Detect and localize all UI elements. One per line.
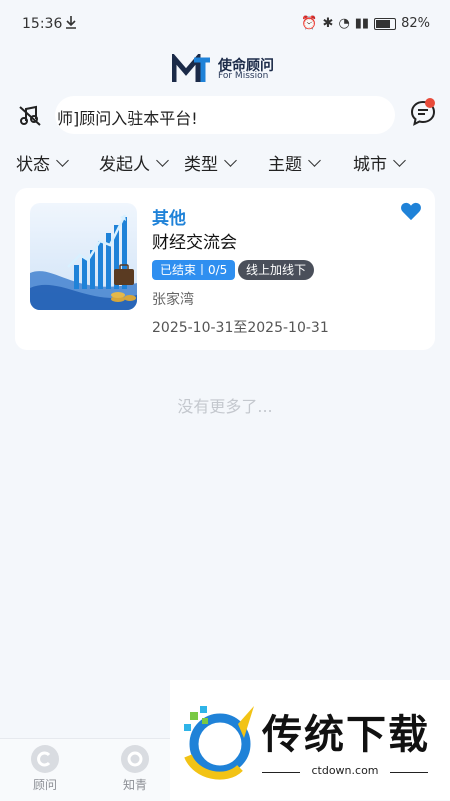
- chevron-down-icon: [308, 154, 321, 167]
- filter-label: 类型: [184, 155, 218, 175]
- unread-badge: [425, 98, 435, 108]
- knowledge-icon: [121, 745, 149, 773]
- filter-type[interactable]: 类型: [184, 150, 237, 175]
- tab-label: 顾问: [32, 778, 57, 792]
- status-bar: 15:36 ⏰ ✱ ◔ ▮▮ 82%: [0, 0, 450, 48]
- filter-bar: 状态 发起人 类型 主题 城市: [0, 146, 450, 178]
- event-title: 财经交流会: [152, 233, 237, 253]
- list-end-text: 没有更多了...: [177, 397, 273, 416]
- filter-label: 城市: [353, 155, 387, 175]
- download-icon: [66, 16, 76, 29]
- notice-marquee[interactable]: 师]顾问入驻本平台!: [55, 96, 395, 134]
- event-mode-badge: 线上加线下: [238, 260, 315, 280]
- filter-status[interactable]: 状态: [16, 150, 69, 175]
- signal-icon: ▮▮: [354, 16, 370, 31]
- event-category: 其他: [152, 209, 186, 229]
- watermark-url: ctdown.com: [311, 764, 379, 777]
- wifi-icon: ◔: [338, 16, 350, 31]
- watermark: 传统下载 ctdown.com: [170, 680, 450, 800]
- battery-level: 82%: [401, 16, 430, 31]
- watermark-logo-icon: [184, 706, 254, 780]
- alarm-icon: ⏰: [301, 16, 318, 31]
- event-location: 张家湾: [152, 292, 194, 308]
- filter-label: 发起人: [99, 155, 150, 175]
- music-off-icon[interactable]: [18, 104, 42, 128]
- event-date-range: 2025-10-31至2025-10-31: [152, 320, 329, 336]
- filter-topic[interactable]: 主题: [268, 150, 321, 175]
- event-thumbnail: [30, 203, 137, 310]
- status-icons: ⏰ ✱ ◔ ▮▮ 82%: [301, 16, 430, 31]
- tab-knowledge[interactable]: 知青: [105, 745, 165, 793]
- chevron-down-icon: [156, 154, 169, 167]
- status-time: 15:36: [22, 16, 63, 32]
- event-status-badge: 已结束丨0/5: [152, 260, 236, 280]
- tab-consultant[interactable]: 顾问: [15, 745, 75, 793]
- filter-label: 状态: [16, 155, 50, 175]
- consultant-icon: [31, 745, 59, 773]
- watermark-title: 传统下载: [262, 712, 430, 758]
- bluetooth-icon: ✱: [322, 16, 334, 31]
- heart-icon[interactable]: [400, 201, 422, 221]
- app-logo: 使命顾问 For Mission: [172, 52, 282, 84]
- event-card[interactable]: 其他 财经交流会 已结束丨0/5 线上加线下 张家湾 2025-10-31至20…: [15, 188, 435, 350]
- tab-label: 知青: [122, 778, 147, 792]
- logo-mark-icon: [172, 54, 210, 82]
- filter-initiator[interactable]: 发起人: [99, 150, 169, 175]
- filter-city[interactable]: 城市: [353, 150, 406, 175]
- filter-label: 主题: [268, 155, 302, 175]
- chevron-down-icon: [56, 154, 69, 167]
- chevron-down-icon: [224, 154, 237, 167]
- logo-text-en: For Mission: [218, 71, 269, 81]
- chevron-down-icon: [393, 154, 406, 167]
- battery-icon: [374, 17, 397, 30]
- notice-text: 师]顾问入驻本平台!: [57, 109, 198, 128]
